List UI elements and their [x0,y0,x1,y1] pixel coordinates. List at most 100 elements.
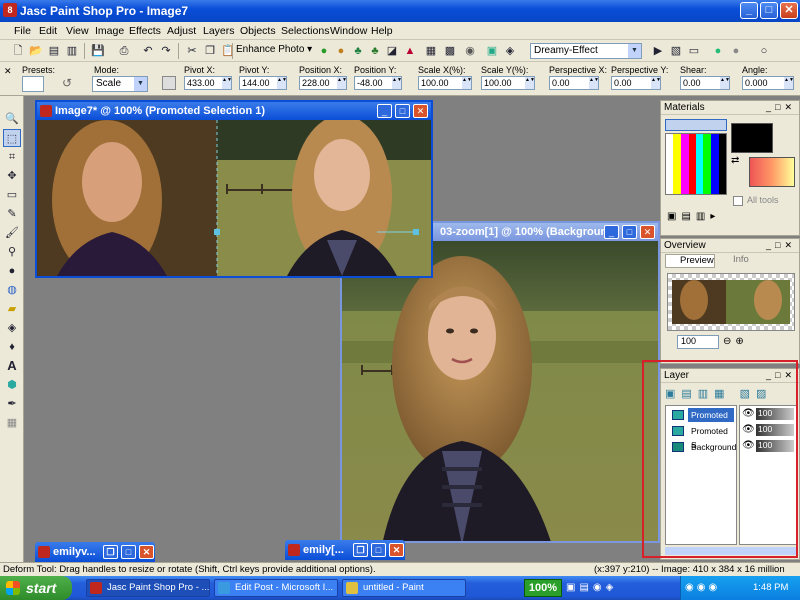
menu-file[interactable]: File [14,25,31,37]
swatch-tab[interactable] [665,119,727,131]
paste-icon[interactable]: 📋 [220,43,236,59]
script-stop-icon[interactable]: ● [728,43,744,59]
zoom-indicator[interactable]: 100% [524,579,562,597]
eraser-tool-icon[interactable]: ▰ [3,300,21,318]
menu-window[interactable]: Window [330,25,367,37]
undo-icon[interactable]: ↶ [140,43,156,59]
tab-info[interactable]: Info [719,254,763,268]
fade-correction-icon[interactable]: ♣ [350,43,366,59]
sharpen-icon[interactable]: ◉ [462,43,478,59]
position-y-field[interactable]: -48.00 ▲▼ [354,76,402,90]
effect-browser-icon[interactable]: ◈ [502,43,518,59]
menu-adjust[interactable]: Adjust [167,25,196,37]
save-icon[interactable]: 💾 [90,43,106,59]
doc-close-icon[interactable]: ✕ [640,225,655,239]
minimize-icon[interactable]: _ [740,2,758,19]
close-icon[interactable]: ✕ [139,545,154,559]
swap-colors-icon[interactable]: ⇄ [731,155,739,166]
background-color-swatch[interactable] [749,157,795,187]
overview-thumbnail[interactable] [667,273,795,331]
move-tool-icon[interactable]: ✥ [3,167,21,185]
menu-objects[interactable]: Objects [240,25,276,37]
dropper-tool-icon[interactable]: ✎ [3,205,21,223]
document-image7-titlebar[interactable]: Image7* @ 100% (Promoted Selection 1) [37,102,431,120]
angle-field[interactable]: 0.000 ▲▼ [742,76,794,90]
tab-preview[interactable]: Preview [665,254,715,268]
minimized-window-emily[interactable]: emily[... ❐ □ ✕ [285,540,405,560]
color-balance-icon[interactable]: ● [333,43,349,59]
preset-shape-tool-icon[interactable]: ⬢ [3,376,21,394]
foreground-color-swatch[interactable] [731,123,773,153]
doc-maximize-icon[interactable]: □ [395,104,410,118]
one-step-fix-icon[interactable]: ● [316,43,332,59]
perspective-x-field[interactable]: 0.00 ▲▼ [549,76,599,90]
document-window-image7[interactable]: Image7* @ 100% (Promoted Selection 1) _ … [35,100,433,278]
text-tool-icon[interactable]: A [3,357,21,375]
contrast-icon[interactable]: ◪ [384,43,400,59]
position-x-field[interactable]: 228.00 ▲▼ [299,76,347,90]
copy-icon[interactable]: ❐ [202,43,218,59]
retouch-tool-icon[interactable]: ● [3,262,21,280]
scan-icon[interactable]: ▥ [64,43,80,59]
color-swatch-grid[interactable] [665,133,727,195]
doc-maximize-icon[interactable]: □ [622,225,637,239]
clarify-icon[interactable]: ♣ [367,43,383,59]
restore-icon[interactable]: ❐ [103,545,118,559]
print-icon[interactable]: ⎙ [116,43,132,59]
layout-icon[interactable]: ▭ [686,43,702,59]
reset-icon[interactable]: ↺ [62,76,72,90]
pick-tool-icon[interactable]: ⬚ [3,129,21,147]
pivot-toggle-icon[interactable] [162,76,176,90]
picture-frame-icon[interactable]: ▣ [484,43,500,59]
zoom-controls-icons[interactable]: ⊖⊕ [723,336,748,347]
crop-tool-icon[interactable]: ⌗ [3,148,21,166]
app-titlebar[interactable]: 8 Jasc Paint Shop Pro - Image7 _ □ ✕ [0,0,800,22]
close-icon[interactable]: ✕ [389,543,404,557]
circle-tool-icon[interactable]: ○ [756,43,772,59]
menu-help[interactable]: Help [371,25,393,37]
menu-image[interactable]: Image [95,25,124,37]
minimized-window-emilyv[interactable]: emilyv... ❐ □ ✕ [35,542,155,562]
menu-selections[interactable]: Selections [281,25,329,37]
materials-toolbar-icons[interactable]: ▣▤▥▸ [667,211,720,222]
deform-tool-icon[interactable]: ▦ [3,414,21,432]
browse-icon[interactable]: ▤ [46,43,62,59]
menu-edit[interactable]: Edit [39,25,57,37]
task-edit-post[interactable]: Edit Post - Microsoft I... [214,579,338,597]
maximize-icon[interactable]: □ [760,2,778,19]
doc-minimize-icon[interactable]: _ [604,225,619,239]
scale-x-field[interactable]: 100.00 ▲▼ [418,76,472,90]
play-icon[interactable]: ▶ [650,43,666,59]
restore-icon[interactable]: ❐ [353,543,368,557]
maximize-icon[interactable]: □ [121,545,136,559]
doc-minimize-icon[interactable]: _ [377,104,392,118]
perspective-y-field[interactable]: 0.00 ▲▼ [611,76,661,90]
quick-launch-icons[interactable]: ▣▤◉◈ [566,582,617,593]
image7-canvas[interactable] [37,120,431,276]
new-file-icon[interactable]: 🗋 [10,43,26,59]
close-icon[interactable]: ✕ [780,2,798,19]
start-button[interactable]: start [0,576,72,600]
paint-brush-tool-icon[interactable]: 🖌 [3,224,21,242]
mode-select[interactable]: Scale ▼ [92,76,148,92]
doc-close-icon[interactable]: ✕ [413,104,428,118]
cut-icon[interactable]: ✂ [184,43,200,59]
overview-zoom-field[interactable]: 100 [677,335,719,349]
panel-controls-icon[interactable]: _□✕ [766,240,796,251]
maximize-icon[interactable]: □ [371,543,386,557]
palette-toggle-icon[interactable]: ▧ [668,43,684,59]
task-paint-shop-pro[interactable]: Jasc Paint Shop Pro - ... [86,579,210,597]
panel-controls-icon[interactable]: _□✕ [766,102,796,113]
zoom-tool-icon[interactable]: 🔍 [3,110,21,128]
all-tools-checkbox[interactable] [733,196,743,206]
zoom-photo-canvas[interactable] [342,241,658,541]
menu-view[interactable]: View [66,25,89,37]
pivot-x-field[interactable]: 433.00 ▲▼ [184,76,232,90]
pen-tool-icon[interactable]: ✒ [3,395,21,413]
pivot-y-field[interactable]: 144.00 ▲▼ [239,76,287,90]
picture-tube-tool-icon[interactable]: ♦ [3,338,21,356]
menu-layers[interactable]: Layers [203,25,235,37]
scale-y-field[interactable]: 100.00 ▲▼ [481,76,535,90]
histogram-icon[interactable]: ▦ [423,43,439,59]
redo-icon[interactable]: ↷ [158,43,174,59]
